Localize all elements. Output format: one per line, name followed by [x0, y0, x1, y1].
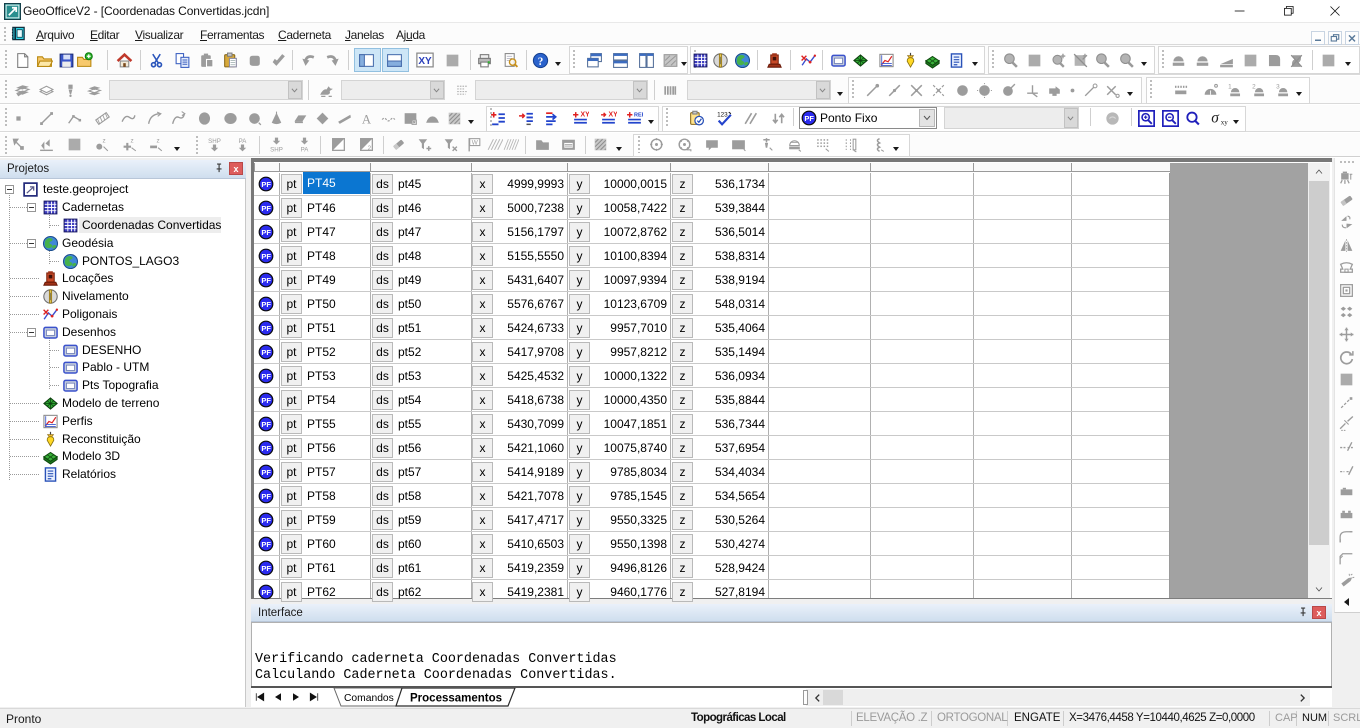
svg-text:σ: σ — [1211, 109, 1220, 126]
svg-text:PF: PF — [261, 564, 271, 573]
svg-text:1: 1 — [1228, 83, 1232, 90]
svg-text:xy: xy — [1221, 119, 1229, 127]
svg-text:PF: PF — [261, 180, 271, 189]
svg-text:PF: PF — [261, 252, 271, 261]
svg-text:XY: XY — [581, 111, 590, 118]
svg-text:PF: PF — [261, 468, 271, 477]
svg-text:PA: PA — [301, 146, 310, 153]
svg-text:Processamentos: Processamentos — [410, 693, 502, 705]
svg-text:Comandos: Comandos — [344, 693, 394, 704]
svg-text:XY: XY — [609, 111, 618, 118]
svg-text:3: 3 — [1276, 83, 1280, 90]
svg-text:PF: PF — [261, 276, 271, 285]
svg-text:PA: PA — [239, 138, 248, 145]
svg-text:PF: PF — [261, 204, 271, 213]
svg-text:PF: PF — [261, 228, 271, 237]
svg-text:REF: REF — [634, 112, 643, 118]
svg-text:PF: PF — [261, 540, 271, 549]
svg-text:2: 2 — [368, 145, 372, 152]
svg-text:PF: PF — [261, 516, 271, 525]
svg-text:2: 2 — [1252, 83, 1256, 90]
svg-text:PF: PF — [261, 420, 271, 429]
svg-text:?: ? — [538, 56, 544, 68]
svg-text:123: 123 — [717, 111, 728, 118]
svg-text:PF: PF — [261, 396, 271, 405]
svg-text:SHP: SHP — [270, 146, 283, 153]
svg-text:A: A — [362, 112, 372, 126]
svg-text:z: z — [157, 137, 160, 144]
svg-text:W: W — [472, 140, 478, 147]
svg-text:PF: PF — [261, 348, 271, 357]
svg-text:PF: PF — [261, 588, 271, 597]
svg-text:PF: PF — [261, 324, 271, 333]
svg-text:PF: PF — [261, 372, 271, 381]
svg-text:SHP: SHP — [208, 138, 221, 145]
svg-text:z: z — [103, 137, 106, 144]
svg-text:PF: PF — [261, 492, 271, 501]
svg-text:z: z — [131, 137, 134, 144]
svg-text:PF: PF — [261, 444, 271, 453]
svg-text:PF: PF — [261, 300, 271, 309]
svg-text:XY: XY — [418, 56, 432, 67]
svg-text:PF: PF — [804, 114, 814, 123]
